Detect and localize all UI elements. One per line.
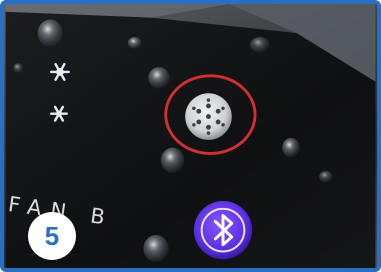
- water-droplet: [282, 137, 300, 158]
- water-droplet: [250, 37, 270, 53]
- water-droplet: [127, 37, 142, 49]
- water-droplet: [160, 147, 185, 173]
- water-droplet: [37, 19, 63, 47]
- step-badge: 5: [28, 212, 76, 260]
- water-droplet: [148, 67, 170, 89]
- photo-frame: FAN B 5: [0, 0, 381, 272]
- water-droplet: [13, 63, 24, 73]
- water-droplet: [319, 170, 333, 183]
- water-droplet: [143, 235, 169, 263]
